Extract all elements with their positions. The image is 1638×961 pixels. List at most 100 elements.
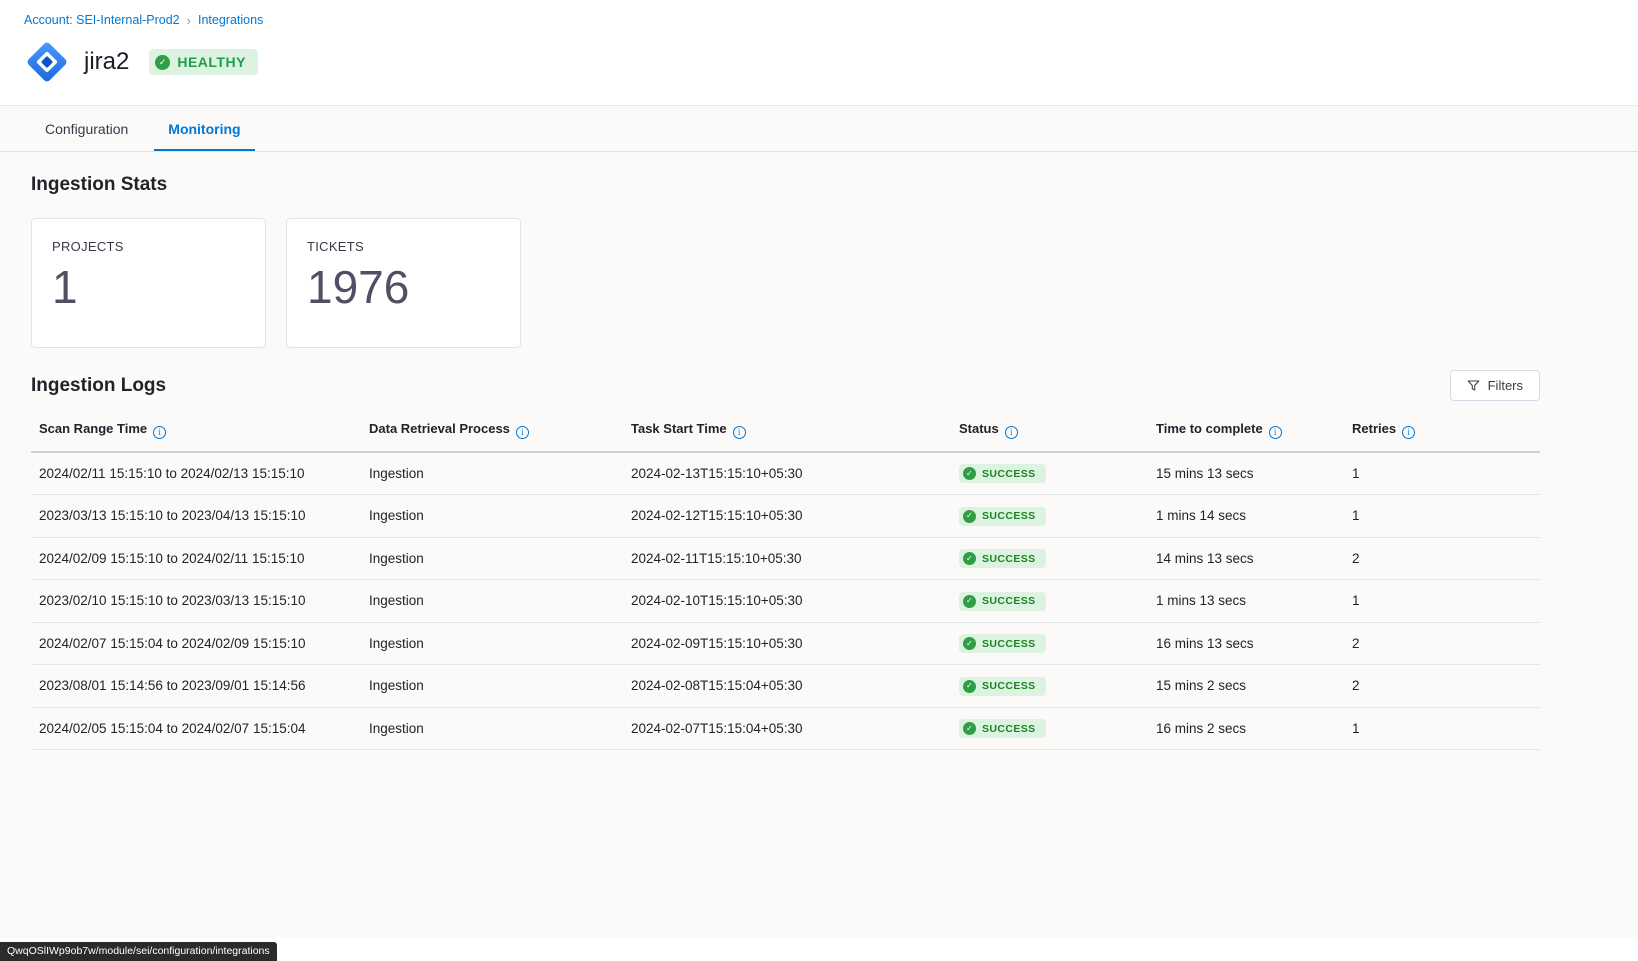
integration-title-row: jira2 ✓ HEALTHY — [24, 39, 1614, 85]
col-scan-range-time: Scan Range Timei — [31, 409, 361, 452]
task-start-cell: 2024-02-08T15:15:04+05:30 — [623, 665, 951, 708]
process-cell: Ingestion — [361, 495, 623, 538]
breadcrumb: Account: SEI-Internal-Prod2 › Integratio… — [24, 13, 1614, 27]
scan-range-cell: 2024/02/05 15:15:04 to 2024/02/07 15:15:… — [31, 707, 361, 750]
time-to-complete-cell: 16 mins 2 secs — [1148, 707, 1344, 750]
task-start-cell: 2024-02-09T15:15:10+05:30 — [623, 622, 951, 665]
status-badge: ✓SUCCESS — [959, 719, 1046, 738]
scan-range-cell: 2024/02/11 15:15:10 to 2024/02/13 15:15:… — [31, 452, 361, 495]
status-cell: ✓SUCCESS — [951, 452, 1148, 495]
status-cell: ✓SUCCESS — [951, 495, 1148, 538]
info-icon[interactable]: i — [733, 426, 746, 439]
retries-cell: 1 — [1344, 495, 1540, 538]
status-cell: ✓SUCCESS — [951, 580, 1148, 623]
task-start-cell: 2024-02-10T15:15:10+05:30 — [623, 580, 951, 623]
info-icon[interactable]: i — [1005, 426, 1018, 439]
info-icon[interactable]: i — [153, 426, 166, 439]
status-badge: ✓SUCCESS — [959, 507, 1046, 526]
check-icon: ✓ — [155, 55, 170, 70]
stat-card-value: 1 — [52, 264, 245, 310]
ingestion-logs-table: Scan Range Timei Data Retrieval Processi… — [31, 409, 1540, 750]
status-cell: ✓SUCCESS — [951, 622, 1148, 665]
scan-range-cell: 2023/08/01 15:14:56 to 2023/09/01 15:14:… — [31, 665, 361, 708]
task-start-cell: 2024-02-07T15:15:04+05:30 — [623, 707, 951, 750]
table-row: 2023/03/13 15:15:10 to 2023/04/13 15:15:… — [31, 495, 1540, 538]
status-badge: ✓SUCCESS — [959, 592, 1046, 611]
status-cell: ✓SUCCESS — [951, 707, 1148, 750]
table-row: 2023/02/10 15:15:10 to 2023/03/13 15:15:… — [31, 580, 1540, 623]
health-status-badge: ✓ HEALTHY — [149, 49, 258, 75]
status-badge: ✓SUCCESS — [959, 677, 1046, 696]
breadcrumb-account-link[interactable]: Account: SEI-Internal-Prod2 — [24, 13, 180, 27]
stat-card-label: TICKETS — [307, 239, 500, 254]
chevron-right-icon: › — [187, 14, 191, 27]
table-header-row: Scan Range Timei Data Retrieval Processi… — [31, 409, 1540, 452]
info-icon[interactable]: i — [516, 426, 529, 439]
status-badge: ✓SUCCESS — [959, 549, 1046, 568]
table-row: 2023/08/01 15:14:56 to 2023/09/01 15:14:… — [31, 665, 1540, 708]
retries-cell: 1 — [1344, 452, 1540, 495]
task-start-cell: 2024-02-11T15:15:10+05:30 — [623, 537, 951, 580]
process-cell: Ingestion — [361, 452, 623, 495]
info-icon[interactable]: i — [1402, 426, 1415, 439]
tab-configuration[interactable]: Configuration — [31, 106, 142, 151]
retries-cell: 2 — [1344, 622, 1540, 665]
stat-card-tickets: TICKETS 1976 — [286, 218, 521, 348]
stat-card-projects: PROJECTS 1 — [31, 218, 266, 348]
status-cell: ✓SUCCESS — [951, 665, 1148, 708]
check-icon: ✓ — [963, 467, 976, 480]
status-badge: ✓SUCCESS — [959, 464, 1046, 483]
retries-cell: 1 — [1344, 580, 1540, 623]
scan-range-cell: 2024/02/09 15:15:10 to 2024/02/11 15:15:… — [31, 537, 361, 580]
check-icon: ✓ — [963, 595, 976, 608]
check-icon: ✓ — [963, 510, 976, 523]
check-icon: ✓ — [963, 722, 976, 735]
col-status: Statusi — [951, 409, 1148, 452]
page-body: Configuration Monitoring Ingestion Stats… — [0, 106, 1638, 938]
process-cell: Ingestion — [361, 707, 623, 750]
ingestion-logs-header-row: Ingestion Logs Filters — [31, 370, 1540, 401]
time-to-complete-cell: 16 mins 13 secs — [1148, 622, 1344, 665]
table-row: 2024/02/07 15:15:04 to 2024/02/09 15:15:… — [31, 622, 1540, 665]
page-title: jira2 — [84, 48, 129, 76]
health-status-label: HEALTHY — [177, 54, 246, 70]
monitoring-content: Ingestion Stats PROJECTS 1 TICKETS 1976 … — [0, 152, 1638, 750]
filters-button[interactable]: Filters — [1450, 370, 1540, 401]
tab-monitoring[interactable]: Monitoring — [154, 106, 254, 151]
table-row: 2024/02/11 15:15:10 to 2024/02/13 15:15:… — [31, 452, 1540, 495]
time-to-complete-cell: 1 mins 13 secs — [1148, 580, 1344, 623]
tabs-bar: Configuration Monitoring — [0, 106, 1638, 152]
col-time-to-complete: Time to completei — [1148, 409, 1344, 452]
process-cell: Ingestion — [361, 537, 623, 580]
task-start-cell: 2024-02-12T15:15:10+05:30 — [623, 495, 951, 538]
time-to-complete-cell: 15 mins 2 secs — [1148, 665, 1344, 708]
table-row: 2024/02/09 15:15:10 to 2024/02/11 15:15:… — [31, 537, 1540, 580]
task-start-cell: 2024-02-13T15:15:10+05:30 — [623, 452, 951, 495]
process-cell: Ingestion — [361, 622, 623, 665]
time-to-complete-cell: 15 mins 13 secs — [1148, 452, 1344, 495]
col-data-retrieval-process: Data Retrieval Processi — [361, 409, 623, 452]
status-badge: ✓SUCCESS — [959, 634, 1046, 653]
ingestion-stats-heading: Ingestion Stats — [31, 174, 1540, 196]
status-cell: ✓SUCCESS — [951, 537, 1148, 580]
check-icon: ✓ — [963, 637, 976, 650]
filter-funnel-icon — [1467, 379, 1480, 392]
breadcrumb-integrations-link[interactable]: Integrations — [198, 13, 263, 27]
stat-card-label: PROJECTS — [52, 239, 245, 254]
scan-range-cell: 2023/03/13 15:15:10 to 2023/04/13 15:15:… — [31, 495, 361, 538]
ingestion-logs-heading: Ingestion Logs — [31, 375, 166, 397]
retries-cell: 2 — [1344, 537, 1540, 580]
table-row: 2024/02/05 15:15:04 to 2024/02/07 15:15:… — [31, 707, 1540, 750]
time-to-complete-cell: 14 mins 13 secs — [1148, 537, 1344, 580]
stat-card-value: 1976 — [307, 264, 500, 310]
info-icon[interactable]: i — [1269, 426, 1282, 439]
jira-logo-icon — [24, 39, 70, 85]
check-icon: ✓ — [963, 552, 976, 565]
link-preview-statusbar: QwqOSlIWp9ob7w/module/sei/configuration/… — [0, 942, 277, 961]
scan-range-cell: 2023/02/10 15:15:10 to 2023/03/13 15:15:… — [31, 580, 361, 623]
check-icon: ✓ — [963, 680, 976, 693]
retries-cell: 1 — [1344, 707, 1540, 750]
stats-cards-row: PROJECTS 1 TICKETS 1976 — [31, 218, 1540, 348]
col-retries: Retriesi — [1344, 409, 1540, 452]
retries-cell: 2 — [1344, 665, 1540, 708]
